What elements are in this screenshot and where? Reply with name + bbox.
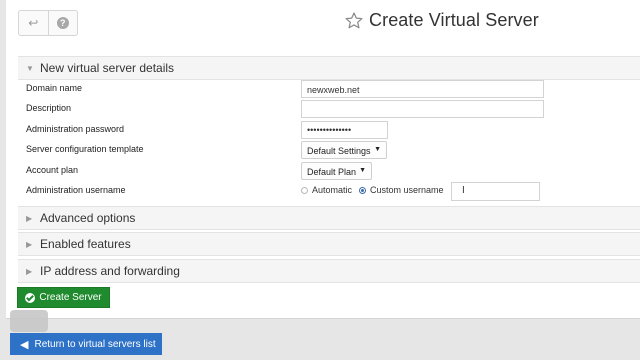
admin-password-label: Administration password <box>26 124 125 134</box>
description-label: Description <box>26 103 72 113</box>
section-ip-forwarding[interactable]: ▶ IP address and forwarding <box>18 259 640 283</box>
title-area: Create Virtual Server <box>344 10 539 31</box>
custom-username-input[interactable]: I <box>451 182 540 201</box>
arrow-left-icon: ◀ <box>20 338 29 351</box>
check-circle-icon <box>25 292 36 303</box>
row-account-plan: Account plan Default Plan ▼ <box>18 162 640 182</box>
back-icon: ↩ <box>28 16 39 30</box>
row-domain-name: Domain name newxweb.net <box>18 80 640 100</box>
radio-custom-username[interactable] <box>359 186 367 194</box>
section-enabled-features[interactable]: ▶ Enabled features <box>18 232 640 256</box>
help-button[interactable]: ? <box>47 11 78 35</box>
text-cursor-icon: I <box>462 185 465 196</box>
username-mode-radio-group: Automatic Custom username <box>301 185 444 195</box>
domain-name-input[interactable]: newxweb.net <box>301 80 544 98</box>
page-title: Create Virtual Server <box>369 10 539 30</box>
dropdown-arrow-icon: ▼ <box>374 146 381 153</box>
help-icon: ? <box>56 17 69 29</box>
row-description: Description <box>18 100 640 120</box>
account-plan-select[interactable]: Default Plan ▼ <box>301 162 372 180</box>
section-title: Enabled features <box>40 237 131 251</box>
radio-custom-username-label[interactable]: Custom username <box>370 185 444 195</box>
overlay-placeholder <box>10 310 48 332</box>
admin-password-input[interactable]: •••••••••••••• <box>301 121 388 139</box>
description-input[interactable] <box>301 100 544 118</box>
caret-right-icon: ▶ <box>26 239 33 249</box>
back-button[interactable]: ↩ <box>19 11 48 35</box>
create-server-label: Create Server <box>39 292 102 303</box>
star-icon[interactable] <box>344 11 364 31</box>
nav-button-group: ↩ ? <box>18 10 78 36</box>
account-plan-value: Default Plan <box>307 167 357 177</box>
server-template-value: Default Settings <box>307 146 371 156</box>
return-label: Return to virtual servers list <box>34 338 156 350</box>
account-plan-label: Account plan <box>26 165 79 175</box>
section-title: Advanced options <box>40 211 136 225</box>
caret-right-icon: ▶ <box>26 266 33 276</box>
section-title: IP address and forwarding <box>40 264 180 278</box>
server-template-label: Server configuration template <box>26 144 144 154</box>
admin-username-label: Administration username <box>26 185 126 195</box>
domain-name-label: Domain name <box>26 83 83 93</box>
server-template-select[interactable]: Default Settings ▼ <box>301 141 387 159</box>
radio-automatic-label[interactable]: Automatic <box>312 185 352 195</box>
row-admin-username: Administration username Automatic Custom… <box>18 182 640 202</box>
caret-right-icon: ▶ <box>26 213 33 223</box>
create-server-button[interactable]: Create Server <box>17 287 110 308</box>
section-advanced-options[interactable]: ▶ Advanced options <box>18 206 640 230</box>
caret-down-icon: ▼ <box>26 63 34 73</box>
row-admin-password: Administration password •••••••••••••• <box>18 121 640 141</box>
main-panel: ↩ ? Create Virtual Server ▼ New virtual … <box>6 0 640 319</box>
dropdown-arrow-icon: ▼ <box>359 167 366 174</box>
return-to-list-button[interactable]: ◀ Return to virtual servers list <box>10 333 162 355</box>
top-bar: ↩ ? Create Virtual Server <box>6 0 640 48</box>
radio-automatic[interactable] <box>301 186 308 194</box>
row-server-template: Server configuration template Default Se… <box>18 141 640 161</box>
section-new-server-details[interactable]: ▼ New virtual server details <box>18 56 640 80</box>
section-title: New virtual server details <box>40 61 175 75</box>
